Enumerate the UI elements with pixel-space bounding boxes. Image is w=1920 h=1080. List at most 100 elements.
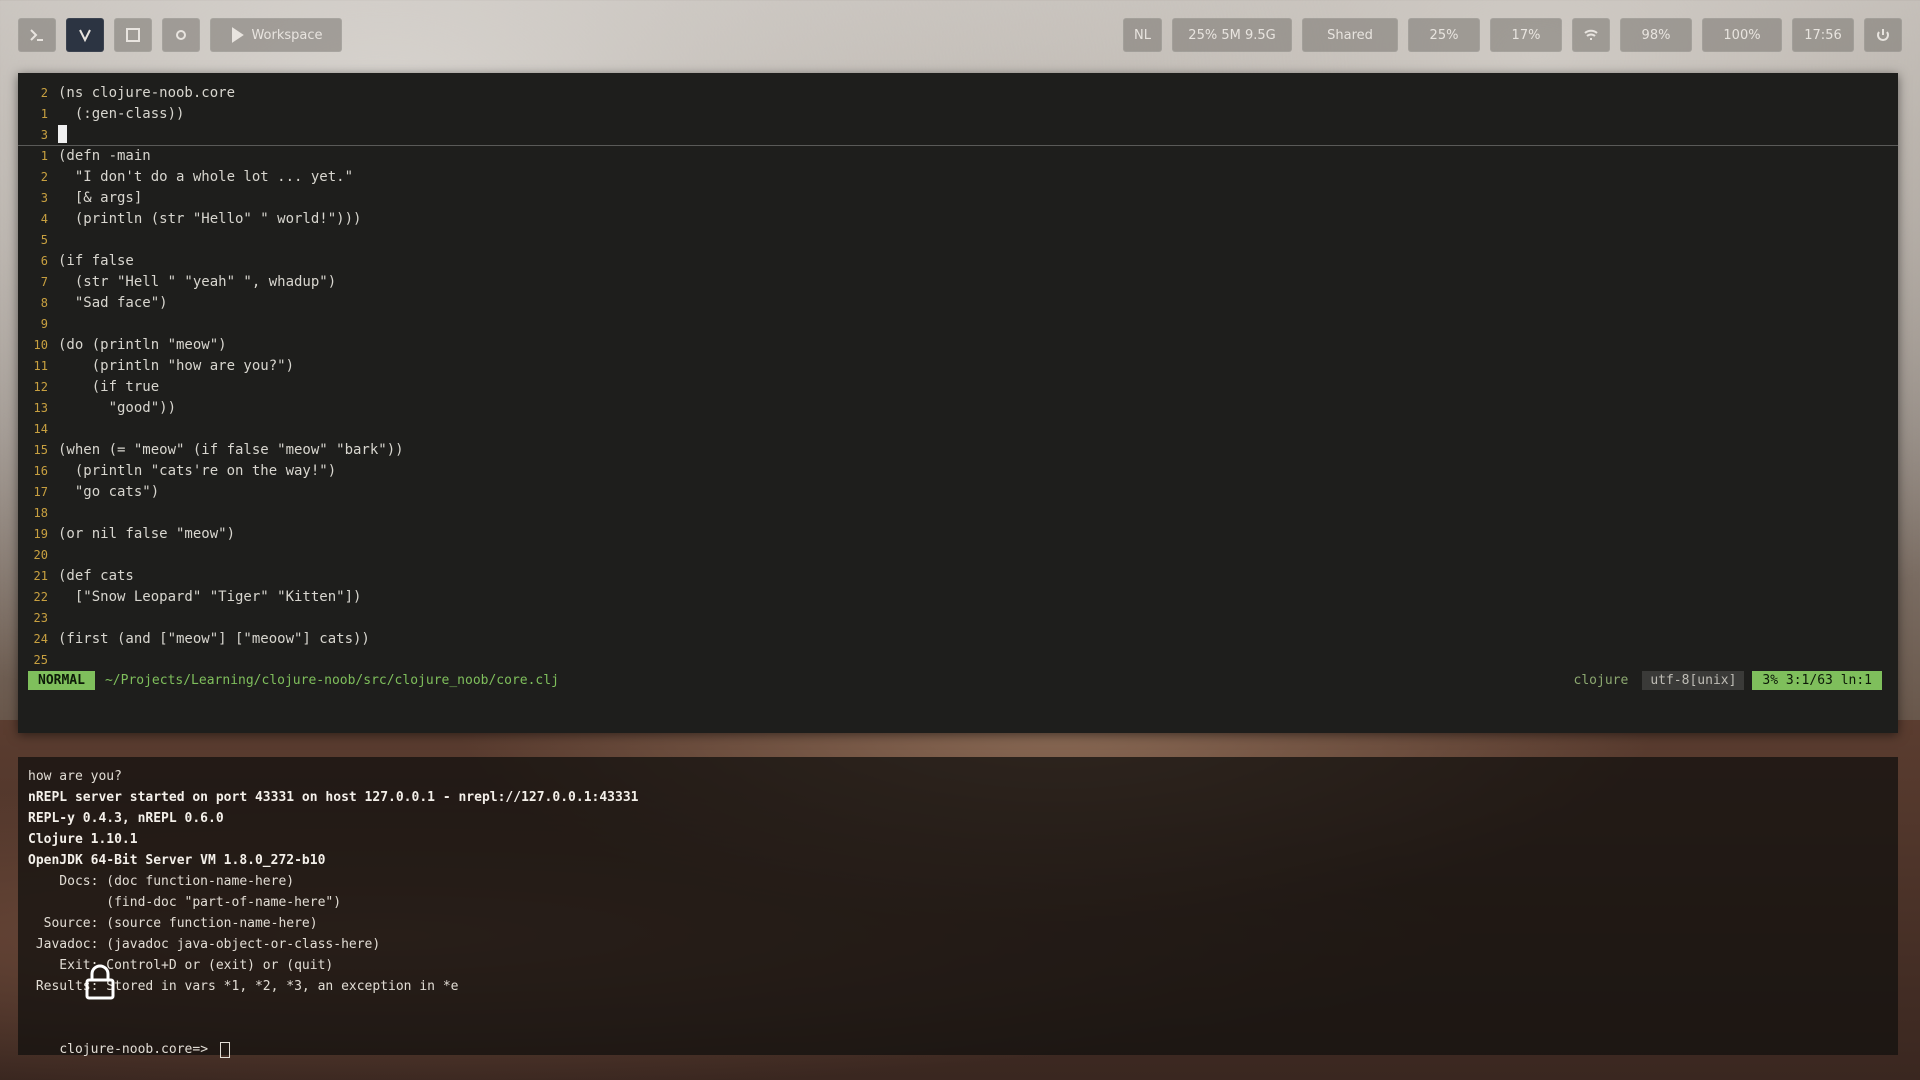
repl-terminal[interactable]: how are you? nREPL server started on port…: [18, 757, 1898, 1058]
repl-output-line: how are you?: [28, 769, 122, 784]
line-number: 18: [33, 506, 48, 520]
line-number: 23: [33, 611, 48, 625]
power-button[interactable]: [1864, 18, 1902, 52]
settings-icon: [176, 30, 186, 40]
line-number: 24: [33, 632, 48, 646]
top-bar: Workspace NL 25% 5M 9.5G Shared 25% 17% …: [18, 16, 1902, 54]
code-buffer[interactable]: 2 (ns clojure-noob.core 1 (:gen-class)) 3 1 (…: [18, 83, 1898, 671]
code-line[interactable]: 2 "I don't do a whole lot ... yet.": [18, 167, 1898, 188]
repl-output-line: Exit: Control+D or (exit) or (quit): [28, 958, 334, 973]
line-number: 17: [33, 485, 48, 499]
vim-icon: [79, 29, 91, 43]
status-line: NORMAL ~/Projects/Learning/clojure-noob/…: [28, 668, 1882, 692]
code-line[interactable]: 4 (println (str "Hello" " world!"))): [18, 209, 1898, 230]
code-line[interactable]: 11 (println "how are you?"): [18, 356, 1898, 377]
brightness-label: 100%: [1723, 27, 1761, 43]
line-number: 7: [40, 275, 48, 289]
editor-cursor: [58, 125, 67, 143]
line-number: 2: [40, 86, 48, 100]
line-number: 13: [33, 401, 48, 415]
battery-button[interactable]: 98%: [1620, 18, 1692, 52]
disk-button[interactable]: 17%: [1490, 18, 1562, 52]
disk-label: 17%: [1511, 27, 1541, 43]
line-number: 8: [40, 296, 48, 310]
code-line[interactable]: 16 (println "cats're on the way!"): [18, 461, 1898, 482]
code-line[interactable]: 22 ["Snow Leopard" "Tiger" "Kitten"]): [18, 587, 1898, 608]
line-number: 10: [33, 338, 48, 352]
memory-label: 25% 5M 9.5G: [1188, 27, 1276, 43]
code-line[interactable]: 15 (when (= "meow" (if false "meow" "bark…: [18, 440, 1898, 461]
play-icon: [232, 27, 245, 43]
line-number: 3: [40, 128, 48, 142]
code-line[interactable]: 19 (or nil false "meow"): [18, 524, 1898, 545]
code-line[interactable]: 13 "good")): [18, 398, 1898, 419]
code-line[interactable]: 1 (defn -main: [18, 146, 1898, 167]
code-line[interactable]: 5: [18, 230, 1898, 251]
code-text: (println "how are you?"): [58, 358, 295, 374]
wifi-button[interactable]: [1572, 18, 1610, 52]
repl-output-line: (find-doc "part-of-name-here"): [28, 895, 342, 910]
cpu-button[interactable]: 25%: [1408, 18, 1480, 52]
repl-prompt: clojure-noob.core=>: [59, 1042, 216, 1057]
settings-button[interactable]: [162, 18, 200, 52]
code-line[interactable]: 3: [18, 125, 1898, 146]
encoding-label: utf-8[unix]: [1642, 670, 1745, 690]
code-line[interactable]: 17 "go cats"): [18, 482, 1898, 503]
code-line[interactable]: 6 (if false: [18, 251, 1898, 272]
grid-button[interactable]: [114, 18, 152, 52]
code-line[interactable]: 20: [18, 545, 1898, 566]
code-line[interactable]: 24 (first (and ["meow"] ["meoow"] cats)): [18, 629, 1898, 650]
repl-prompt-line[interactable]: clojure-noob.core=>: [28, 1018, 1888, 1058]
repl-output-line: nREPL server started on port 43331 on ho…: [28, 790, 639, 805]
cursor-position: 3% 3:1/63 ln:1: [1752, 670, 1882, 690]
volume-button[interactable]: Shared: [1302, 18, 1398, 52]
grid-icon: [126, 28, 140, 42]
line-number: 3: [40, 191, 48, 205]
vim-button[interactable]: [66, 18, 104, 52]
code-text: ["Snow Leopard" "Tiger" "Kitten"]): [58, 589, 362, 605]
code-line[interactable]: 18: [18, 503, 1898, 524]
code-line[interactable]: 10 (do (println "meow"): [18, 335, 1898, 356]
line-number: 6: [40, 254, 48, 268]
code-text: (do (println "meow"): [58, 337, 227, 353]
code-line[interactable]: 23: [18, 608, 1898, 629]
line-number: 15: [33, 443, 48, 457]
terminal-button[interactable]: [18, 18, 56, 52]
code-text: (when (= "meow" (if false "meow" "bark")…: [58, 442, 404, 458]
line-number: 21: [33, 569, 48, 583]
memory-button[interactable]: 25% 5M 9.5G: [1172, 18, 1292, 52]
top-bar-left: Workspace: [18, 18, 342, 52]
code-line[interactable]: 2 (ns clojure-noob.core: [18, 83, 1898, 104]
brightness-button[interactable]: 100%: [1702, 18, 1782, 52]
code-text: (println (str "Hello" " world!"))): [58, 211, 362, 227]
code-editor[interactable]: 2 (ns clojure-noob.core 1 (:gen-class)) 3 1 (…: [18, 73, 1898, 733]
code-line[interactable]: 12 (if true: [18, 377, 1898, 398]
code-text: "good")): [58, 400, 177, 416]
code-line[interactable]: 14: [18, 419, 1898, 440]
code-text: "I don't do a whole lot ... yet.": [58, 169, 354, 185]
battery-label: 98%: [1641, 27, 1671, 43]
line-number: 11: [33, 359, 48, 373]
volume-label: Shared: [1327, 27, 1373, 43]
line-number: 16: [33, 464, 48, 478]
line-number: 9: [40, 317, 48, 331]
workspace-label: Workspace: [251, 27, 323, 43]
code-line[interactable]: 3 [& args]: [18, 188, 1898, 209]
code-text: (defn -main: [58, 148, 151, 164]
code-line[interactable]: 21 (def cats: [18, 566, 1898, 587]
code-line[interactable]: 7 (str "Hell " "yeah" ", whadup"): [18, 272, 1898, 293]
workspace-button[interactable]: Workspace: [210, 18, 342, 52]
clock-label: 17:56: [1804, 27, 1842, 43]
code-text: (or nil false "meow"): [58, 526, 236, 542]
code-text: (def cats: [58, 568, 134, 584]
code-line[interactable]: 8 "Sad face"): [18, 293, 1898, 314]
line-number: 14: [33, 422, 48, 436]
cpu-label: 25%: [1429, 27, 1459, 43]
network-button[interactable]: NL: [1123, 18, 1162, 52]
code-text: (str "Hell " "yeah" ", whadup"): [58, 274, 337, 290]
line-number: 19: [33, 527, 48, 541]
clock-button[interactable]: 17:56: [1792, 18, 1854, 52]
code-line[interactable]: 9: [18, 314, 1898, 335]
code-line[interactable]: 1 (:gen-class)): [18, 104, 1898, 125]
code-text: (if true: [58, 379, 160, 395]
